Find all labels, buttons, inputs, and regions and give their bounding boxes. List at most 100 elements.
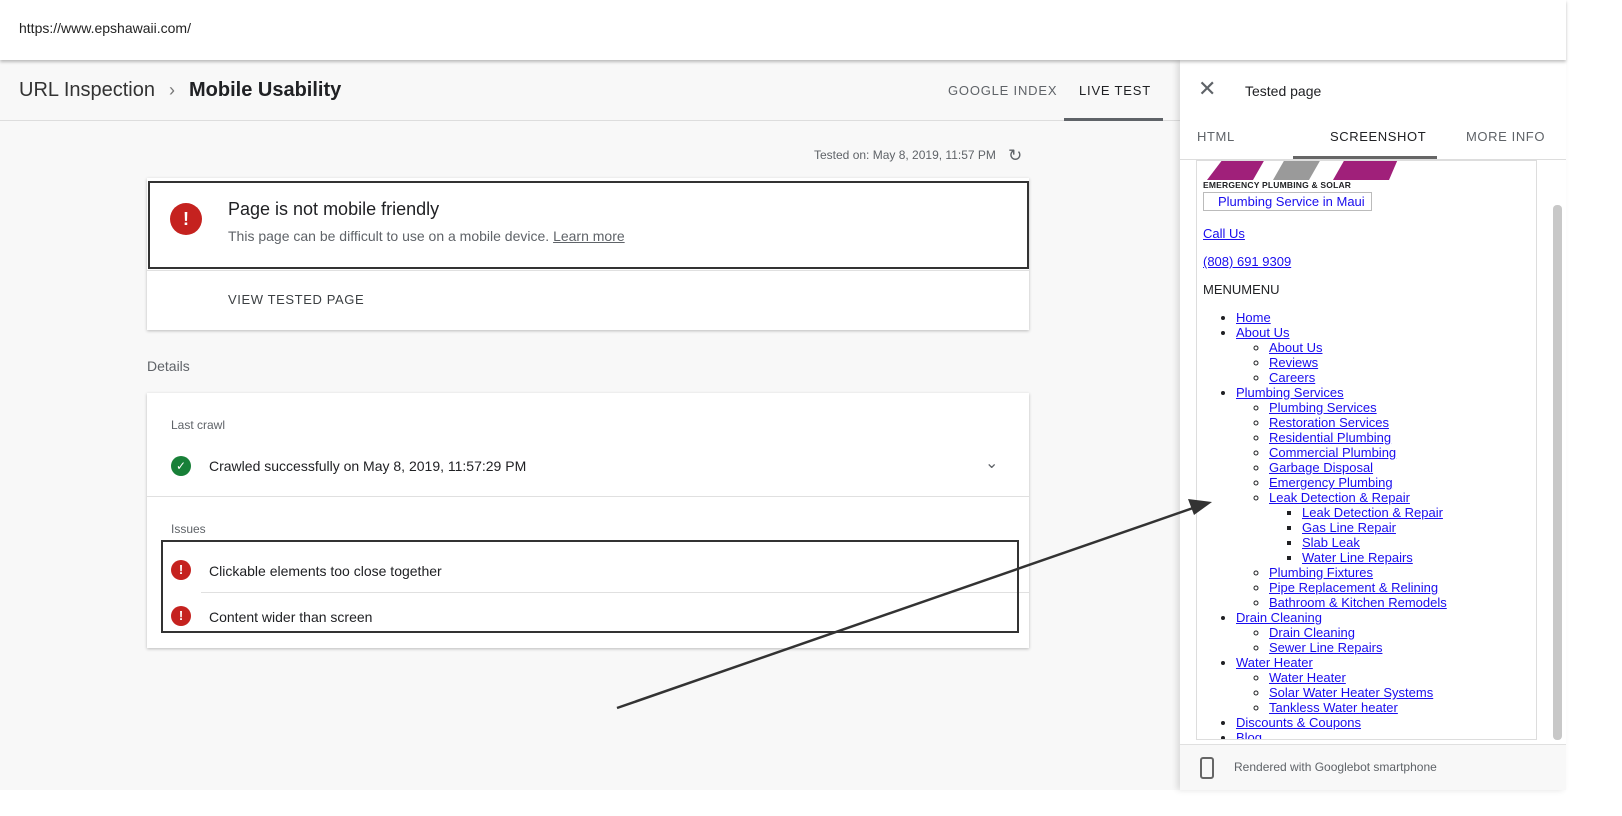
- nav-item: Careers: [1269, 370, 1536, 385]
- chevron-down-icon[interactable]: ⌄: [985, 453, 998, 473]
- nav-item: Drain Cleaning: [1269, 625, 1536, 640]
- nav-item: Leak Detection & Repair: [1302, 505, 1536, 520]
- nav-link[interactable]: Residential Plumbing: [1269, 430, 1391, 445]
- header: URL Inspection › Mobile Usability GOOGLE I…: [0, 60, 1180, 121]
- nav-link[interactable]: Solar Water Heater Systems: [1269, 685, 1433, 700]
- nav-link[interactable]: About Us: [1236, 325, 1289, 340]
- nav-item: Pipe Replacement & Relining: [1269, 580, 1536, 595]
- url-bar[interactable]: https://www.epshawaii.com/: [0, 0, 1566, 60]
- nav-link[interactable]: Water Heater: [1269, 670, 1346, 685]
- site-logo: EMERGENCY PLUMBING & SOLAR: [1203, 161, 1536, 192]
- last-crawl-label: Last crawl: [171, 418, 226, 432]
- nav-link[interactable]: Drain Cleaning: [1269, 625, 1355, 640]
- nav-item: Garbage Disposal: [1269, 460, 1536, 475]
- tab-google-index[interactable]: GOOGLE INDEX: [948, 83, 1057, 98]
- smartphone-icon: [1200, 757, 1214, 779]
- details-label: Details: [147, 358, 190, 374]
- nav-link[interactable]: Gas Line Repair: [1302, 520, 1396, 535]
- nav-link[interactable]: About Us: [1269, 340, 1322, 355]
- nav-link[interactable]: Blog: [1236, 730, 1262, 739]
- nav-item: Residential Plumbing: [1269, 430, 1536, 445]
- check-circle-icon: ✓: [171, 456, 191, 476]
- nav-item: Slab Leak: [1302, 535, 1536, 550]
- nav-item: Water Line Repairs: [1302, 550, 1536, 565]
- annotation-box: [161, 540, 1019, 633]
- nav-link[interactable]: Restoration Services: [1269, 415, 1389, 430]
- nav-item: Solar Water Heater Systems: [1269, 685, 1536, 700]
- nav-item: Sewer Line Repairs: [1269, 640, 1536, 655]
- nav-item: Discounts & Coupons: [1236, 715, 1536, 730]
- annotation-box: [148, 181, 1029, 269]
- scrollbar[interactable]: [1553, 205, 1562, 740]
- footer-text: Rendered with Googlebot smartphone: [1234, 760, 1437, 774]
- nav-link[interactable]: Home: [1236, 310, 1271, 325]
- nav-submenu: Drain CleaningSewer Line Repairs: [1236, 625, 1536, 655]
- nav-item: Emergency Plumbing: [1269, 475, 1536, 490]
- menu-label: MENUMENU: [1203, 282, 1280, 297]
- tested-on: Tested on: May 8, 2019, 11:57 PM: [814, 148, 996, 162]
- nav-link[interactable]: Plumbing Services: [1269, 400, 1377, 415]
- panel-title: Tested page: [1245, 83, 1322, 99]
- nav-item: Plumbing Services: [1269, 400, 1536, 415]
- phone-link[interactable]: (808) 691 9309: [1203, 254, 1291, 269]
- tagline-box: Plumbing Service in Maui: [1203, 192, 1372, 211]
- nav-link[interactable]: Emergency Plumbing: [1269, 475, 1393, 490]
- nav-item: Water HeaterWater HeaterSolar Water Heat…: [1236, 655, 1536, 715]
- nav-item: Leak Detection & RepairLeak Detection & …: [1269, 490, 1536, 565]
- nav-link[interactable]: Plumbing Services: [1236, 385, 1344, 400]
- nav-item: Water Heater: [1269, 670, 1536, 685]
- tested-page-panel: ✕ Tested page HTML SCREENSHOT MORE INFO …: [1180, 60, 1566, 790]
- tab-more-info[interactable]: MORE INFO: [1466, 129, 1545, 144]
- page-screenshot: EMERGENCY PLUMBING & SOLAR Plumbing Serv…: [1196, 160, 1537, 740]
- nav-link[interactable]: Sewer Line Repairs: [1269, 640, 1382, 655]
- close-icon[interactable]: ✕: [1198, 78, 1216, 100]
- site-nav: HomeAbout UsAbout UsReviewsCareersPlumbi…: [1203, 310, 1536, 739]
- nav-item: Gas Line Repair: [1302, 520, 1536, 535]
- tab-html[interactable]: HTML: [1197, 129, 1235, 144]
- nav-item: Reviews: [1269, 355, 1536, 370]
- issues-label: Issues: [171, 522, 206, 536]
- nav-link[interactable]: Water Heater: [1236, 655, 1313, 670]
- nav-link[interactable]: Tankless Water heater: [1269, 700, 1398, 715]
- nav-item: Restoration Services: [1269, 415, 1536, 430]
- nav-link[interactable]: Discounts & Coupons: [1236, 715, 1361, 730]
- tab-screenshot[interactable]: SCREENSHOT: [1330, 129, 1426, 144]
- nav-link[interactable]: Slab Leak: [1302, 535, 1360, 550]
- nav-link[interactable]: Pipe Replacement & Relining: [1269, 580, 1438, 595]
- active-tab-indicator: [1064, 118, 1163, 121]
- nav-link[interactable]: Commercial Plumbing: [1269, 445, 1396, 460]
- refresh-icon[interactable]: ↻: [1008, 146, 1022, 166]
- nav-link[interactable]: Water Line Repairs: [1302, 550, 1413, 565]
- url-text: https://www.epshawaii.com/: [19, 20, 191, 36]
- nav-item: About UsAbout UsReviewsCareers: [1236, 325, 1536, 385]
- nav-link[interactable]: Careers: [1269, 370, 1315, 385]
- nav-item: Home: [1236, 310, 1536, 325]
- nav-link[interactable]: Bathroom & Kitchen Remodels: [1269, 595, 1447, 610]
- nav-item: Bathroom & Kitchen Remodels: [1269, 595, 1536, 610]
- nav-link[interactable]: Leak Detection & Repair: [1269, 490, 1410, 505]
- nav-submenu: Plumbing ServicesRestoration ServicesRes…: [1236, 400, 1536, 610]
- nav-submenu: Water HeaterSolar Water Heater SystemsTa…: [1236, 670, 1536, 715]
- nav-item: Drain CleaningDrain CleaningSewer Line R…: [1236, 610, 1536, 655]
- nav-link[interactable]: Drain Cleaning: [1236, 610, 1322, 625]
- last-crawl-text: Crawled successfully on May 8, 2019, 11:…: [209, 458, 527, 474]
- nav-link[interactable]: Plumbing Fixtures: [1269, 565, 1373, 580]
- nav-item: About Us: [1269, 340, 1536, 355]
- nav-item: Blog: [1236, 730, 1536, 739]
- nav-link[interactable]: Reviews: [1269, 355, 1318, 370]
- nav-link[interactable]: Garbage Disposal: [1269, 460, 1373, 475]
- view-tested-page-button[interactable]: VIEW TESTED PAGE: [228, 292, 364, 307]
- page-title: Mobile Usability: [189, 79, 342, 101]
- main-area: URL Inspection › Mobile Usability GOOGLE I…: [0, 60, 1180, 790]
- nav-item: Tankless Water heater: [1269, 700, 1536, 715]
- nav-link[interactable]: Leak Detection & Repair: [1302, 505, 1443, 520]
- tab-live-test[interactable]: LIVE TEST: [1079, 83, 1151, 98]
- breadcrumb: URL Inspection › Mobile Usability: [19, 79, 341, 102]
- nav-item: Commercial Plumbing: [1269, 445, 1536, 460]
- nav-item: Plumbing Fixtures: [1269, 565, 1536, 580]
- logo-text: EMERGENCY PLUMBING & SOLAR: [1203, 180, 1352, 190]
- nav-submenu: About UsReviewsCareers: [1236, 340, 1536, 385]
- breadcrumb-parent[interactable]: URL Inspection: [19, 79, 155, 101]
- panel-footer: Rendered with Googlebot smartphone: [1180, 744, 1566, 790]
- call-us-link[interactable]: Call Us: [1203, 226, 1245, 241]
